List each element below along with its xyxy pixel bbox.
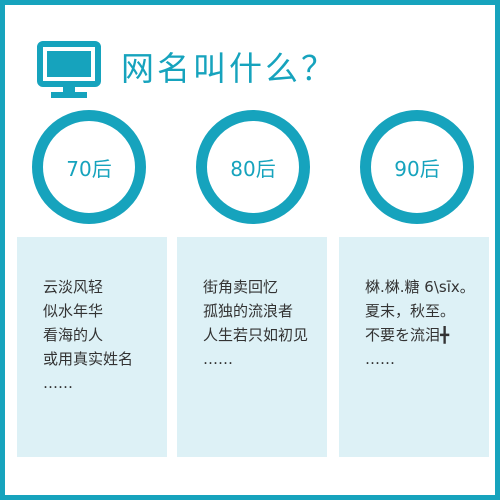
card-line: 孤独的流浪者	[203, 302, 294, 320]
generation-label: 80后	[230, 156, 276, 181]
card-line: ……	[365, 350, 395, 368]
header: 网名叫什么？	[37, 35, 477, 107]
generation-label: 70后	[66, 156, 112, 181]
card-line: 棥.棥.糖 6\sīx。	[365, 278, 475, 296]
card-70s: 云淡风轻 似水年华 看海的人 或用真实姓名 ……	[17, 237, 167, 457]
monitor-icon	[37, 41, 101, 98]
generation-label: 90后	[394, 156, 440, 181]
card-line: 人生若只如初见	[203, 326, 309, 344]
circle-70s: 70后	[32, 110, 146, 224]
card-line: 看海的人	[43, 326, 104, 344]
circle-80s: 80后	[196, 110, 310, 224]
card-line: 云淡风轻	[43, 278, 104, 296]
card-line: 街角卖回忆	[203, 278, 279, 296]
card-line: 夏末，秋至。	[365, 302, 456, 320]
card-line: 似水年华	[43, 302, 104, 320]
page-title: 网名叫什么？	[121, 49, 337, 88]
card-90s: 棥.棥.糖 6\sīx。 夏末，秋至。 不要を流泪╋ ……	[339, 237, 489, 457]
card-line: 或用真实姓名	[43, 350, 134, 368]
poster-frame: 网名叫什么？ 云淡风轻 似水年华 看海的人 或用真实姓名 …… 街角卖回忆 孤独…	[0, 0, 500, 500]
circle-90s: 90后	[360, 110, 474, 224]
card-line: ……	[43, 374, 73, 392]
card-line: ……	[203, 350, 233, 368]
card-80s: 街角卖回忆 孤独的流浪者 人生若只如初见 ……	[177, 237, 327, 457]
card-line: 不要を流泪╋	[365, 326, 450, 344]
